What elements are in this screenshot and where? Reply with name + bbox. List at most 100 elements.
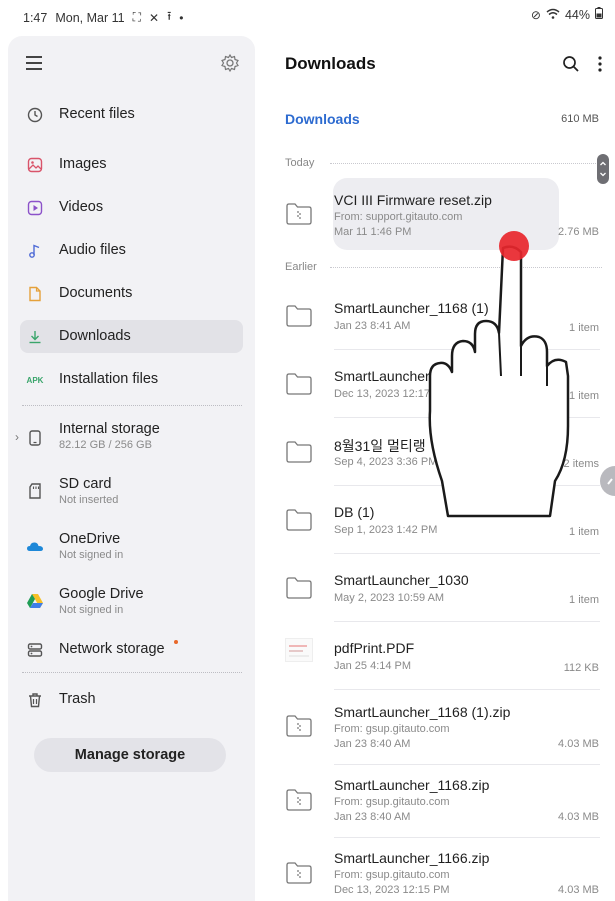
menu-icon[interactable] bbox=[26, 56, 42, 70]
file-row[interactable]: SmartLauncher_1168 (1).zip From: gsup.gi… bbox=[279, 693, 603, 763]
sidebar-item-label: Recent files bbox=[59, 106, 135, 122]
apk-icon: APK bbox=[26, 371, 44, 389]
file-date: Jan 23 8:40 AM bbox=[334, 811, 411, 823]
section-earlier-label: Earlier bbox=[285, 261, 317, 273]
row-divider bbox=[334, 621, 600, 622]
breadcrumb[interactable]: Downloads bbox=[285, 111, 360, 127]
file-date: May 2, 2023 10:59 AM bbox=[334, 592, 445, 604]
file-size: 1 item bbox=[569, 322, 599, 334]
sidebar-item-label: Documents bbox=[59, 285, 133, 301]
file-name: SmartLauncher_1166.zip bbox=[334, 850, 490, 866]
sdcard-icon bbox=[26, 482, 44, 500]
wifi-icon bbox=[546, 8, 560, 22]
edge-panel-handle[interactable] bbox=[600, 466, 615, 496]
screenshot-icon: ⛶ bbox=[132, 10, 141, 24]
sidebar-item-internal-storage[interactable]: Internal storage 82.12 GB / 256 GB bbox=[20, 417, 243, 457]
file-date: Jan 23 8:41 AM bbox=[334, 320, 411, 332]
sidebar-item-documents[interactable]: Documents bbox=[20, 277, 243, 310]
storage-size: 610 MB bbox=[561, 113, 599, 125]
file-source: From: gsup.gitauto.com bbox=[334, 869, 450, 881]
sidebar: Recent files Images Videos Audio files D… bbox=[8, 36, 255, 901]
file-date: Jan 23 8:40 AM bbox=[334, 738, 411, 750]
sidebar-item-google-drive[interactable]: Google Drive Not signed in bbox=[20, 582, 243, 622]
file-size: 1 item bbox=[569, 594, 599, 606]
sidebar-item-downloads[interactable]: Downloads bbox=[20, 320, 243, 353]
file-row[interactable]: pdfPrint.PDF Jan 25 4:14 PM 112 KB bbox=[279, 625, 603, 685]
zip-icon bbox=[285, 714, 313, 738]
status-bar: 1:47 Mon, Mar 11 ⛶ ✕ ⭱ • ⊘ 44% bbox=[0, 0, 615, 30]
folder-icon bbox=[285, 372, 313, 396]
file-size: 112 KB bbox=[563, 662, 599, 674]
sidebar-item-audio[interactable]: Audio files bbox=[20, 234, 243, 267]
file-size: 1 item bbox=[569, 390, 599, 402]
folder-icon bbox=[285, 304, 313, 328]
mute-icon: ⊘ bbox=[530, 7, 541, 22]
sidebar-item-label: Internal storage bbox=[59, 421, 160, 437]
file-source: From: support.gitauto.com bbox=[334, 211, 463, 223]
page-title: Downloads bbox=[285, 54, 376, 73]
folder-icon bbox=[285, 576, 313, 600]
file-name: VCI III Firmware reset.zip bbox=[334, 192, 492, 208]
sidebar-item-recent[interactable]: Recent files bbox=[20, 98, 243, 131]
sidebar-item-trash[interactable]: Trash bbox=[20, 683, 243, 716]
zip-icon bbox=[285, 861, 313, 885]
file-row[interactable]: SmartLauncher_1168.zip From: gsup.gitaut… bbox=[279, 767, 603, 837]
file-name: SmartLauncher_1168 (1).zip bbox=[334, 704, 511, 720]
file-name: SmartLauncher_1168.zip bbox=[334, 777, 490, 793]
sidebar-item-videos[interactable]: Videos bbox=[20, 191, 243, 224]
sidebar-item-label: Videos bbox=[59, 199, 104, 215]
sidebar-item-installation[interactable]: APK Installation files bbox=[20, 363, 243, 396]
apk-icon-text: APK bbox=[26, 375, 44, 385]
sidebar-item-onedrive[interactable]: OneDrive Not signed in bbox=[20, 527, 243, 567]
section-divider bbox=[330, 163, 602, 164]
network-storage-icon bbox=[26, 641, 44, 659]
video-icon bbox=[26, 199, 44, 217]
folder-icon bbox=[285, 440, 313, 464]
battery-level: 44% bbox=[564, 7, 590, 22]
search-icon[interactable] bbox=[562, 55, 580, 78]
screen: 1:47 Mon, Mar 11 ⛶ ✕ ⭱ • ⊘ 44% Recent fi… bbox=[0, 0, 615, 901]
google-drive-icon bbox=[26, 592, 44, 610]
touch-point-indicator bbox=[499, 231, 529, 261]
sidebar-item-sd-card[interactable]: SD card Not inserted bbox=[20, 472, 243, 512]
zip-icon bbox=[285, 788, 313, 812]
section-today-label: Today bbox=[285, 157, 315, 169]
status-right: ⊘ 44% bbox=[531, 7, 603, 22]
sidebar-item-label: Installation files bbox=[59, 371, 159, 387]
notification-dot bbox=[174, 640, 178, 644]
file-name: pdfPrint.PDF bbox=[334, 640, 415, 656]
sidebar-item-label: Downloads bbox=[59, 328, 131, 344]
download-icon bbox=[26, 328, 44, 346]
row-divider bbox=[334, 764, 600, 765]
pdf-thumbnail-icon bbox=[285, 638, 313, 662]
manage-storage-button[interactable]: Manage storage bbox=[34, 738, 226, 772]
sidebar-item-images[interactable]: Images bbox=[20, 148, 243, 181]
chevron-right-icon[interactable]: › bbox=[15, 430, 19, 444]
divider bbox=[22, 672, 242, 673]
sidebar-item-network-storage[interactable]: Network storage bbox=[20, 633, 243, 666]
fast-scroll-handle[interactable] bbox=[597, 154, 609, 184]
zip-icon bbox=[285, 202, 313, 226]
file-size: 4.03 MB bbox=[558, 811, 599, 823]
file-row[interactable]: SmartLauncher_1030 May 2, 2023 10:59 AM … bbox=[279, 557, 603, 617]
sidebar-item-sub: Not inserted bbox=[59, 494, 119, 506]
more-options-icon[interactable] bbox=[598, 56, 602, 77]
onedrive-icon bbox=[26, 537, 44, 555]
sidebar-item-label: Audio files bbox=[59, 242, 126, 258]
file-size: 1 item bbox=[569, 526, 599, 538]
dot-icon: • bbox=[179, 10, 184, 25]
file-row[interactable]: SmartLauncher_1166.zip From: gsup.gitaut… bbox=[279, 840, 603, 901]
file-size: 4.03 MB bbox=[558, 738, 599, 750]
tools-icon: ✕ bbox=[149, 10, 160, 25]
sidebar-item-label: Google Drive bbox=[59, 586, 144, 602]
sidebar-item-label: SD card bbox=[59, 476, 112, 492]
row-divider bbox=[334, 837, 600, 838]
file-name: SmartLauncher_1030 bbox=[334, 572, 469, 588]
status-time: 1:47 bbox=[23, 10, 48, 25]
folder-icon bbox=[285, 508, 313, 532]
gear-icon[interactable] bbox=[220, 53, 240, 73]
sidebar-item-sub: 82.12 GB / 256 GB bbox=[59, 439, 152, 451]
file-source: From: gsup.gitauto.com bbox=[334, 796, 450, 808]
file-size: 4.03 MB bbox=[558, 884, 599, 896]
trash-icon bbox=[26, 691, 44, 709]
